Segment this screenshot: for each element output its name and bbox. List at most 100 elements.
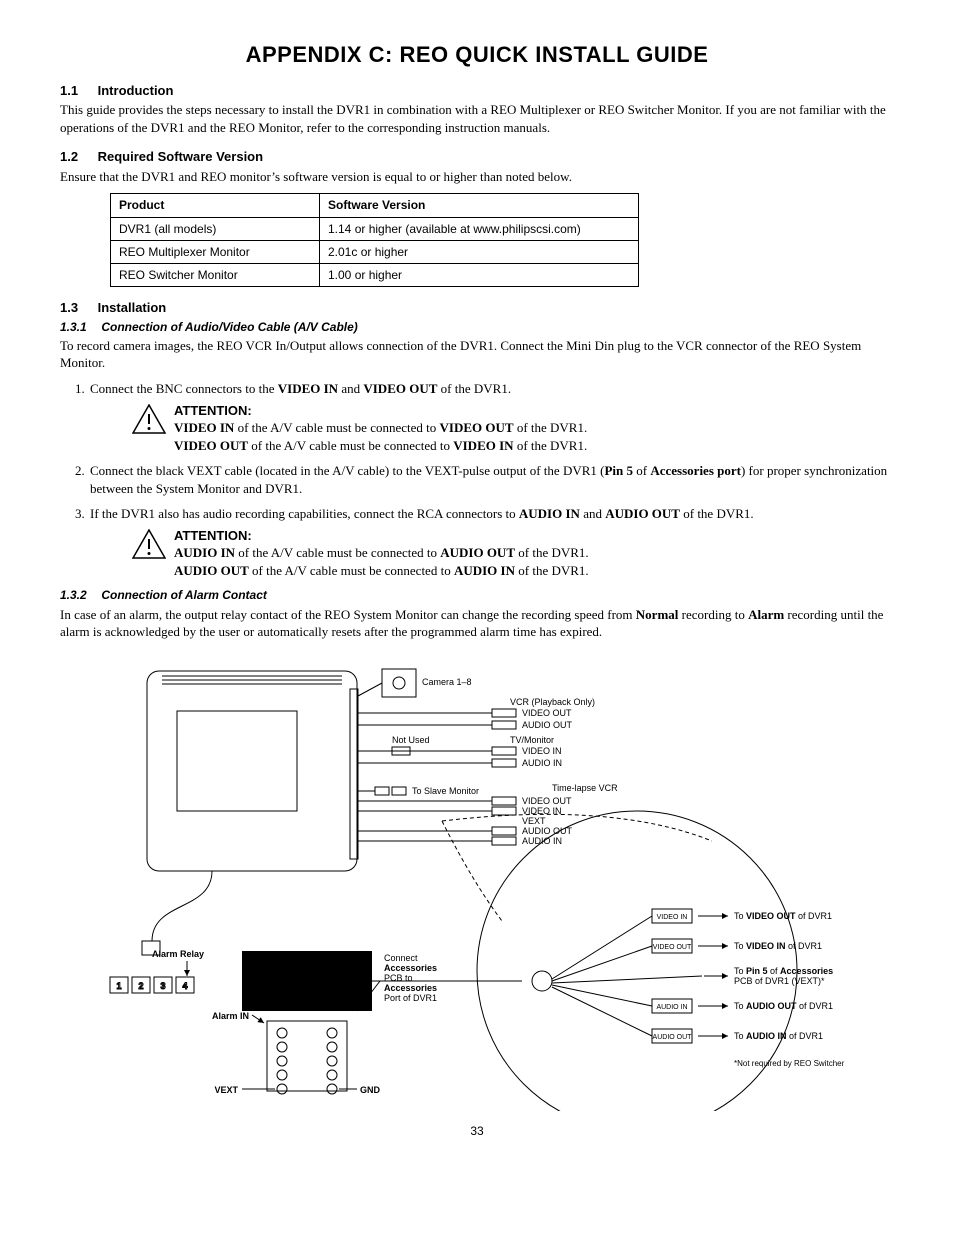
heading-text: Connection of Audio/Video Cable (A/V Cab… xyxy=(101,320,357,334)
label-box-2: 2 xyxy=(138,981,143,991)
text: of xyxy=(633,463,650,478)
heading-1-3: 1.3 Installation xyxy=(60,299,894,317)
bold: AUDIO OUT xyxy=(440,545,515,560)
text: of the DVR1. xyxy=(515,545,589,560)
bold: AUDIO OUT xyxy=(605,506,680,521)
label-vcr-head: VCR (Playback Only) xyxy=(510,697,595,707)
software-version-table: Product Software Version DVR1 (all model… xyxy=(110,193,639,287)
bold: VIDEO IN xyxy=(278,381,338,396)
step-3: If the DVR1 also has audio recording cap… xyxy=(88,505,894,579)
warning-icon xyxy=(132,404,166,434)
text: Connect the black VEXT cable (located in… xyxy=(90,463,604,478)
label-tvm-head: TV/Monitor xyxy=(510,735,554,745)
text: of the DVR1. xyxy=(680,506,754,521)
label-vcr-video-out: VIDEO OUT xyxy=(522,708,572,718)
heading-1-3-1: 1.3.1 Connection of Audio/Video Cable (A… xyxy=(60,319,894,335)
attention-line: AUDIO OUT of the A/V cable must be conne… xyxy=(174,562,589,580)
label-to-audio-in: To AUDIO IN of DVR1 xyxy=(734,1031,823,1041)
label-box-1: 1 xyxy=(116,981,121,991)
label-to-pin5-tail: PCB of DVR1 (VEXT)* xyxy=(734,976,825,986)
label-tvm-audio-in: AUDIO IN xyxy=(522,758,562,768)
bold: AUDIO IN xyxy=(454,563,515,578)
bold: VIDEO OUT xyxy=(363,381,437,396)
bold: Accessories port xyxy=(650,463,741,478)
heading-1-3-2: 1.3.2 Connection of Alarm Contact xyxy=(60,587,894,603)
attention-line: AUDIO IN of the A/V cable must be connec… xyxy=(174,544,589,562)
cell-version: 2.01c or higher xyxy=(320,240,639,263)
label-tl-audio-out: AUDIO OUT xyxy=(522,826,573,836)
attention-line: VIDEO OUT of the A/V cable must be conne… xyxy=(174,437,587,455)
text: Connect the BNC connectors to the xyxy=(90,381,278,396)
heading-text: Connection of Alarm Contact xyxy=(101,588,267,602)
label-box-4: 4 xyxy=(182,981,187,991)
heading-num: 1.3 xyxy=(60,299,94,317)
install-steps: Connect the BNC connectors to the VIDEO … xyxy=(60,380,894,579)
heading-1-1: 1.1 Introduction xyxy=(60,82,894,100)
attention-block-audio: ATTENTION: AUDIO IN of the A/V cable mus… xyxy=(132,527,894,580)
intro-paragraph: This guide provides the steps necessary … xyxy=(60,101,894,136)
label-to-pin5: To Pin 5 of Accessories xyxy=(734,966,833,976)
label-acc-1: Connect xyxy=(384,953,418,963)
heading-text: Introduction xyxy=(98,83,174,98)
table-row: REO Multiplexer Monitor 2.01c or higher xyxy=(111,240,639,263)
heading-num: 1.3.2 xyxy=(60,587,98,603)
step-1: Connect the BNC connectors to the VIDEO … xyxy=(88,380,894,454)
zoom-label-video-out: VIDEO OUT xyxy=(653,944,692,951)
label-vcr-audio-out: AUDIO OUT xyxy=(522,720,573,730)
heading-text: Required Software Version xyxy=(98,149,263,164)
zoom-label-audio-in: AUDIO IN xyxy=(656,1004,687,1011)
label-to-video-in: To VIDEO IN of DVR1 xyxy=(734,941,822,951)
text: of the A/V cable must be connected to xyxy=(249,563,454,578)
label-vext: VEXT xyxy=(214,1085,238,1095)
label-reo-switcher-note: *Not required by REO Switcher xyxy=(734,1059,845,1068)
text: recording to xyxy=(678,607,748,622)
attention-block-video: ATTENTION: VIDEO IN of the A/V cable mus… xyxy=(132,402,894,455)
step-2: Connect the black VEXT cable (located in… xyxy=(88,462,894,497)
attention-heading: ATTENTION: xyxy=(174,527,589,545)
text: of the A/V cable must be connected to xyxy=(235,545,440,560)
label-box-3: 3 xyxy=(160,981,165,991)
label-tl-head: Time-lapse VCR xyxy=(552,783,618,793)
heading-num: 1.2 xyxy=(60,148,94,166)
label-to-video-out: To VIDEO OUT of DVR1 xyxy=(734,911,832,921)
label-acc-2: Accessories xyxy=(384,963,437,973)
bold: Pin 5 xyxy=(604,463,633,478)
warning-icon xyxy=(132,529,166,559)
th-product: Product xyxy=(111,194,320,217)
heading-1-2: 1.2 Required Software Version xyxy=(60,148,894,166)
attention-heading: ATTENTION: xyxy=(174,402,587,420)
bold: Normal xyxy=(636,607,679,622)
label-not-used: Not Used xyxy=(392,735,430,745)
label-to-slave: To Slave Monitor xyxy=(412,786,479,796)
bold: VIDEO OUT xyxy=(174,438,248,453)
bold: AUDIO IN xyxy=(174,545,235,560)
label-tl-audio-in: AUDIO IN xyxy=(522,836,562,846)
table-header-row: Product Software Version xyxy=(111,194,639,217)
zoom-label-video-in: VIDEO IN xyxy=(657,914,688,921)
page-number: 33 xyxy=(60,1123,894,1139)
wiring-diagram-svg: Camera 1–8 VCR (Playback Only) VIDEO OUT… xyxy=(92,651,862,1111)
page-title: APPENDIX C: REO QUICK INSTALL GUIDE xyxy=(60,40,894,70)
text: of the DVR1. xyxy=(437,381,511,396)
bold: AUDIO IN xyxy=(519,506,580,521)
label-to-audio-out: To AUDIO OUT of DVR1 xyxy=(734,1001,833,1011)
label-tl-vext: VEXT xyxy=(522,816,546,826)
text: of the A/V cable must be connected to xyxy=(248,438,453,453)
text: of the DVR1. xyxy=(514,420,588,435)
bold: AUDIO OUT xyxy=(174,563,249,578)
label-acc-5: Port of DVR1 xyxy=(384,993,437,1003)
label-tvm-video-in: VIDEO IN xyxy=(522,746,562,756)
text: of the DVR1. xyxy=(514,438,588,453)
heading-num: 1.1 xyxy=(60,82,94,100)
label-tl-video-out: VIDEO OUT xyxy=(522,796,572,806)
bold: VIDEO OUT xyxy=(440,420,514,435)
heading-text: Installation xyxy=(98,300,167,315)
table-row: DVR1 (all models) 1.14 or higher (availa… xyxy=(111,217,639,240)
table-row: REO Switcher Monitor 1.00 or higher xyxy=(111,263,639,286)
text: and xyxy=(338,381,363,396)
heading-num: 1.3.1 xyxy=(60,319,98,335)
alarm-contact-paragraph: In case of an alarm, the output relay co… xyxy=(60,606,894,641)
text: of the A/V cable must be connected to xyxy=(234,420,439,435)
wiring-diagram: Camera 1–8 VCR (Playback Only) VIDEO OUT… xyxy=(92,651,862,1111)
required-version-paragraph: Ensure that the DVR1 and REO monitor’s s… xyxy=(60,168,894,186)
